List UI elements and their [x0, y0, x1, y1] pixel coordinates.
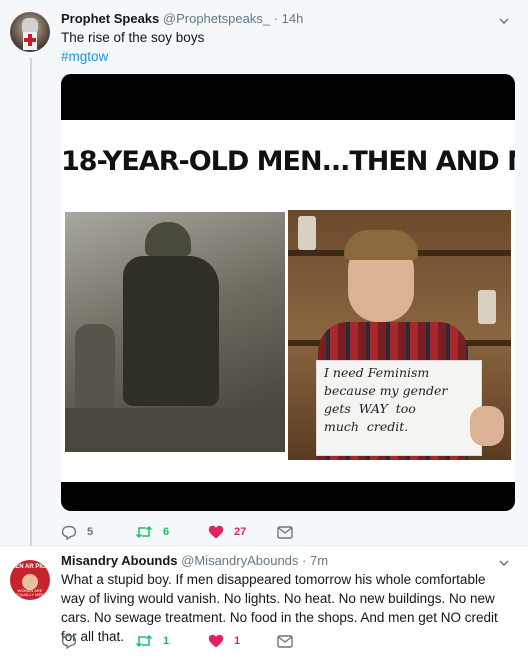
- tweet-actions: 5 6 27: [61, 524, 361, 540]
- avatar-prophet-speaks[interactable]: [10, 12, 50, 52]
- shelf-jar: [298, 216, 316, 250]
- tweet-text-line: The rise of the soy boys: [61, 30, 205, 45]
- avatar-text-bottom: WOMEN ARE EQUALLY MEN: [15, 588, 45, 597]
- header-separator: ·: [302, 553, 307, 568]
- retweet-button[interactable]: 6: [135, 524, 169, 540]
- like-button[interactable]: 1: [208, 633, 240, 649]
- user-handle[interactable]: @MisandryAbounds: [181, 553, 298, 568]
- retweet-button[interactable]: 1: [135, 633, 169, 649]
- timestamp[interactable]: 14h: [282, 11, 304, 26]
- sign-text: I need Feminism because my gender gets W…: [324, 365, 448, 434]
- retweet-count: 1: [163, 635, 170, 647]
- soldier-body: [123, 256, 219, 406]
- reply-button[interactable]: 5: [61, 524, 93, 540]
- retweet-count: 6: [163, 526, 170, 538]
- meme-image: 18-YEAR-OLD MEN...THEN AND NOW. I need F…: [61, 120, 515, 482]
- tweet-header: Prophet Speaks @Prophetspeaks_ · 14h: [61, 11, 303, 26]
- user-handle[interactable]: @Prophetspeaks_: [163, 11, 270, 26]
- thread-connector-line: [30, 58, 32, 546]
- hashtag-link[interactable]: #mgtow: [61, 47, 501, 66]
- tweet-header: Misandry Abounds @MisandryAbounds · 7m: [61, 553, 328, 568]
- meme-headline: 18-YEAR-OLD MEN...THEN AND NOW.: [61, 146, 515, 177]
- like-count: 27: [234, 526, 247, 538]
- message-icon: [277, 525, 293, 539]
- tweet-text: The rise of the soy boys #mgtow: [61, 28, 501, 66]
- tweet-media-image[interactable]: 18-YEAR-OLD MEN...THEN AND NOW. I need F…: [61, 74, 515, 511]
- timestamp[interactable]: 7m: [310, 553, 328, 568]
- retweet-icon: [135, 634, 153, 648]
- tweet-prophet-speaks[interactable]: Prophet Speaks @Prophetspeaks_ · 14h The…: [0, 0, 528, 546]
- direct-message-button[interactable]: [277, 524, 293, 540]
- photo-soldier: [65, 212, 285, 452]
- chevron-down-icon[interactable]: [499, 18, 509, 24]
- reply-icon: [61, 525, 77, 540]
- direct-message-button[interactable]: [277, 633, 293, 649]
- soldier-helmet: [145, 222, 191, 256]
- like-icon: [208, 634, 224, 648]
- like-icon: [208, 525, 224, 539]
- retweet-icon: [135, 525, 153, 539]
- avatar-helmet: [22, 18, 38, 32]
- man-hand: [470, 406, 504, 446]
- reply-count: 5: [87, 526, 94, 538]
- shelf-bottle: [478, 290, 496, 324]
- display-name[interactable]: Misandry Abounds: [61, 553, 178, 568]
- header-separator: ·: [273, 11, 279, 26]
- chevron-down-icon[interactable]: [499, 560, 509, 566]
- like-count: 1: [234, 635, 241, 647]
- reply-button[interactable]: [61, 633, 87, 649]
- like-button[interactable]: 27: [208, 524, 246, 540]
- tweet-actions: 1 1: [61, 633, 361, 649]
- avatar-text-top: MEN AR PIGS: [10, 564, 50, 570]
- avatar-misandry-abounds[interactable]: MEN AR PIGS WOMEN ARE EQUALLY MEN: [10, 560, 50, 600]
- battlefield-ground: [65, 408, 285, 452]
- photo-young-man-with-sign: I need Feminism because my gender gets W…: [288, 210, 511, 460]
- display-name[interactable]: Prophet Speaks: [61, 11, 159, 26]
- avatar-crusader-cross: [23, 32, 37, 50]
- man-hair: [344, 230, 418, 260]
- reply-icon: [61, 634, 77, 649]
- message-icon: [277, 634, 293, 648]
